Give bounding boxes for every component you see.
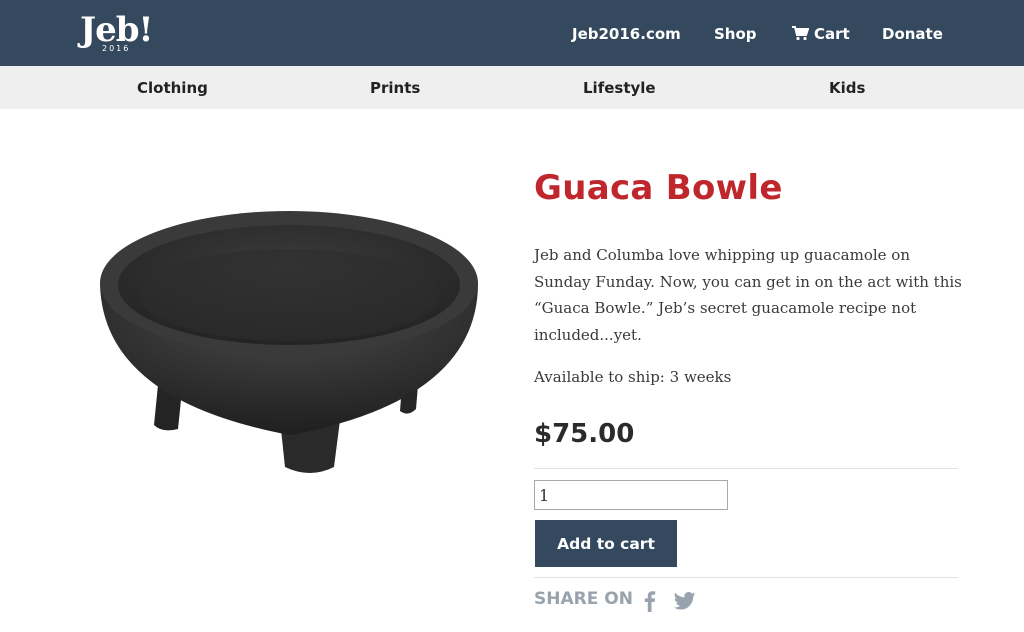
divider xyxy=(534,577,958,578)
category-lifestyle[interactable]: Lifestyle xyxy=(583,66,656,109)
category-clothing[interactable]: Clothing xyxy=(137,66,208,109)
add-to-cart-button[interactable]: Add to cart xyxy=(535,520,677,567)
category-bar: Clothing Prints Lifestyle Kids xyxy=(0,66,1024,109)
cart-icon xyxy=(792,26,809,41)
product-title: Guaca Bowle xyxy=(534,168,783,208)
product-price: $75.00 xyxy=(534,419,635,449)
product-description: Jeb and Columba love whipping up guacamo… xyxy=(534,246,962,344)
logo-year: 2016 xyxy=(102,44,131,53)
share-on-label: SHARE ON xyxy=(534,589,633,609)
nav-link-shop[interactable]: Shop xyxy=(714,0,757,66)
twitter-icon[interactable] xyxy=(674,592,696,610)
divider xyxy=(534,468,958,469)
facebook-icon[interactable] xyxy=(640,590,660,612)
jeb-logo[interactable]: Jeb! 2016 xyxy=(80,10,160,56)
category-prints[interactable]: Prints xyxy=(370,66,420,109)
top-navigation-bar: Jeb! 2016 Jeb2016.com Shop Cart Donate xyxy=(0,0,1024,66)
shipping-availability: Available to ship: 3 weeks xyxy=(534,368,732,386)
nav-link-jeb2016[interactable]: Jeb2016.com xyxy=(572,0,681,66)
nav-link-donate[interactable]: Donate xyxy=(882,0,943,66)
category-kids[interactable]: Kids xyxy=(829,66,865,109)
product-image-molcajete-bowl xyxy=(100,211,478,473)
nav-link-cart[interactable]: Cart xyxy=(792,0,850,66)
nav-cart-label: Cart xyxy=(814,25,850,43)
quantity-input[interactable] xyxy=(534,480,728,510)
